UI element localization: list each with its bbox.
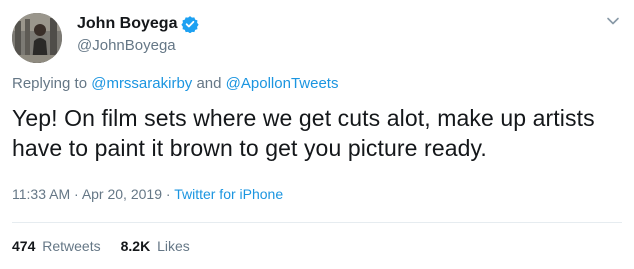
likes-label: Likes xyxy=(157,238,190,254)
tweet-metadata: 11:33 AM · Apr 20, 2019 · Twitter for iP… xyxy=(12,186,283,202)
avatar-image xyxy=(12,13,62,63)
author-display-name[interactable]: John Boyega xyxy=(77,15,177,33)
likes-stat[interactable]: 8.2K Likes xyxy=(121,238,190,254)
meta-separator: · xyxy=(74,186,79,202)
author-name-row: John Boyega xyxy=(77,13,200,35)
author-handle[interactable]: @JohnBoyega xyxy=(77,37,176,54)
reply-context: Replying to @mrssarakirby and @ApollonTw… xyxy=(12,75,338,92)
reply-mention-link[interactable]: @mrssarakirby xyxy=(91,75,192,92)
likes-count: 8.2K xyxy=(120,238,151,254)
tweet-time[interactable]: 11:33 AM xyxy=(12,186,70,202)
chevron-down-icon[interactable] xyxy=(606,14,620,28)
retweets-stat[interactable]: 474 Retweets xyxy=(12,238,101,254)
reply-conjunction: and xyxy=(196,75,222,92)
divider xyxy=(12,222,622,223)
tweet-stats: 474 Retweets 8.2K Likes xyxy=(12,238,210,254)
tweet-source-link[interactable]: Twitter for iPhone xyxy=(174,186,283,202)
reply-prefix: Replying to xyxy=(12,75,88,92)
retweets-count: 474 xyxy=(12,238,36,254)
tweet-card: John Boyega @JohnBoyega Replying to @mrs… xyxy=(0,0,634,269)
tweet-text: Yep! On film sets where we get cuts alot… xyxy=(12,105,595,161)
verified-badge-icon xyxy=(181,15,200,34)
reply-mention-link[interactable]: @ApollonTweets xyxy=(226,75,339,92)
avatar[interactable] xyxy=(12,13,62,63)
tweet-date[interactable]: Apr 20, 2019 xyxy=(82,186,162,202)
retweets-label: Retweets xyxy=(42,238,101,254)
meta-separator: · xyxy=(165,186,171,202)
